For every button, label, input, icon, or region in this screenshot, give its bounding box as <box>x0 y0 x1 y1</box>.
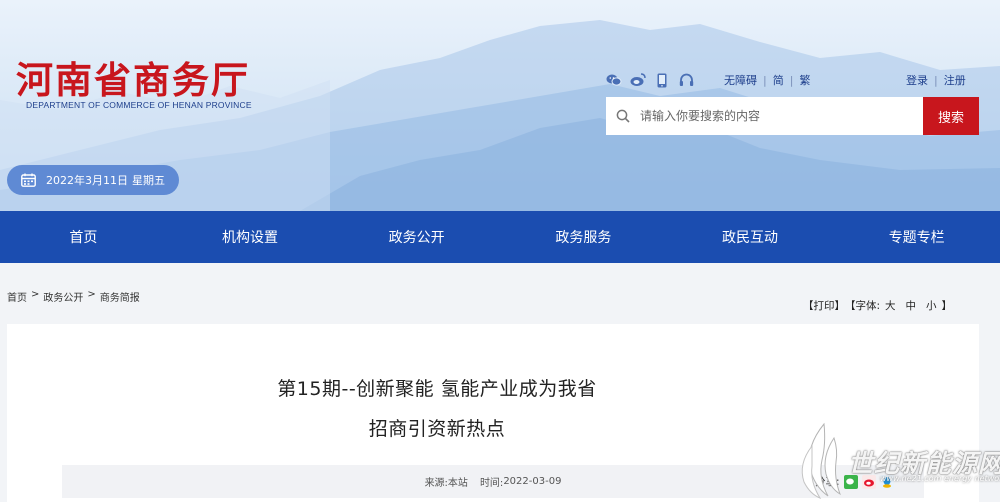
watermark-subtext: www.ne21.com energy network <box>880 474 1000 483</box>
search-button[interactable]: 搜索 <box>923 97 979 135</box>
breadcrumb-commerce-brief[interactable]: 商务简报 <box>100 289 140 304</box>
nav-item-government-services[interactable]: 政务服务 <box>500 211 667 263</box>
print-tools: 【打印】 【字体: 大 中 小 】 <box>803 298 952 313</box>
accessibility-link[interactable]: 无障碍 <box>724 72 757 88</box>
article-title-line-1: 第15期--创新聚能 氢能产业成为我省 <box>277 378 597 400</box>
nav-item-government-affairs[interactable]: 政务公开 <box>333 211 500 263</box>
login-link[interactable]: 登录 <box>906 72 928 88</box>
nav-item-organization[interactable]: 机构设置 <box>167 211 334 263</box>
nav-item-interaction[interactable]: 政民互动 <box>667 211 834 263</box>
top-tools: 无障碍 | 简 | 繁 <box>606 70 810 90</box>
font-size-large[interactable]: 大 <box>885 298 896 313</box>
separator: | <box>763 73 767 87</box>
breadcrumb: 首页 > 政务公开 > 商务简报 <box>7 289 140 304</box>
watermark-logo: 世纪新能源网 www.ne21.com energy network <box>788 416 1000 502</box>
separator: | <box>789 73 794 87</box>
font-size-medium[interactable]: 中 <box>906 298 917 313</box>
nav-item-special-topics[interactable]: 专题专栏 <box>833 211 1000 263</box>
main-nav: 首页 机构设置 政务公开 政务服务 政民互动 专题专栏 <box>0 211 1000 263</box>
search-icon <box>606 109 640 123</box>
article-time-label: 时间: <box>479 478 504 489</box>
article-title: 第15期--创新聚能 氢能产业成为我省 招商引资新热点 <box>7 369 867 449</box>
article-time-value: 2022-03-09 <box>503 476 562 487</box>
date-display: 2022年3月11日 星期五 <box>7 165 179 195</box>
search-bar: 搜索 <box>606 97 979 135</box>
separator: | <box>934 73 938 87</box>
site-title[interactable]: 河南省商务厅 <box>16 50 250 104</box>
simplified-chinese-link[interactable]: 简 <box>773 72 784 88</box>
traditional-chinese-link[interactable]: 繁 <box>799 72 810 88</box>
register-link[interactable]: 注册 <box>944 72 966 88</box>
search-input[interactable] <box>640 98 923 134</box>
article-source: 来源:本站 <box>424 478 468 489</box>
font-size-label: 【字体: <box>845 300 881 312</box>
nav-item-home[interactable]: 首页 <box>0 211 167 263</box>
date-text: 2022年3月11日 <box>46 174 128 187</box>
print-button[interactable]: 【打印】 <box>803 298 845 313</box>
headphone-icon[interactable] <box>678 72 694 88</box>
header-banner: 河南省商务厅 DEPARTMENT OF COMMERCE OF HENAN P… <box>0 0 1000 211</box>
article-title-line-2: 招商引资新热点 <box>368 418 506 440</box>
weibo-icon[interactable] <box>630 72 646 88</box>
site-subtitle: DEPARTMENT OF COMMERCE OF HENAN PROVINCE <box>26 100 252 110</box>
mobile-icon[interactable] <box>654 72 670 88</box>
font-size-close-bracket: 】 <box>941 300 953 312</box>
font-size-small[interactable]: 小 <box>926 298 937 313</box>
breadcrumb-separator: > <box>31 289 40 300</box>
breadcrumb-government-affairs[interactable]: 政务公开 <box>43 289 83 304</box>
account-links: 登录 | 注册 <box>906 72 966 88</box>
weekday-text: 星期五 <box>132 174 165 187</box>
breadcrumb-home[interactable]: 首页 <box>7 289 27 304</box>
breadcrumb-separator: > <box>87 289 96 300</box>
calendar-icon <box>21 173 36 187</box>
wechat-icon[interactable] <box>606 72 622 88</box>
